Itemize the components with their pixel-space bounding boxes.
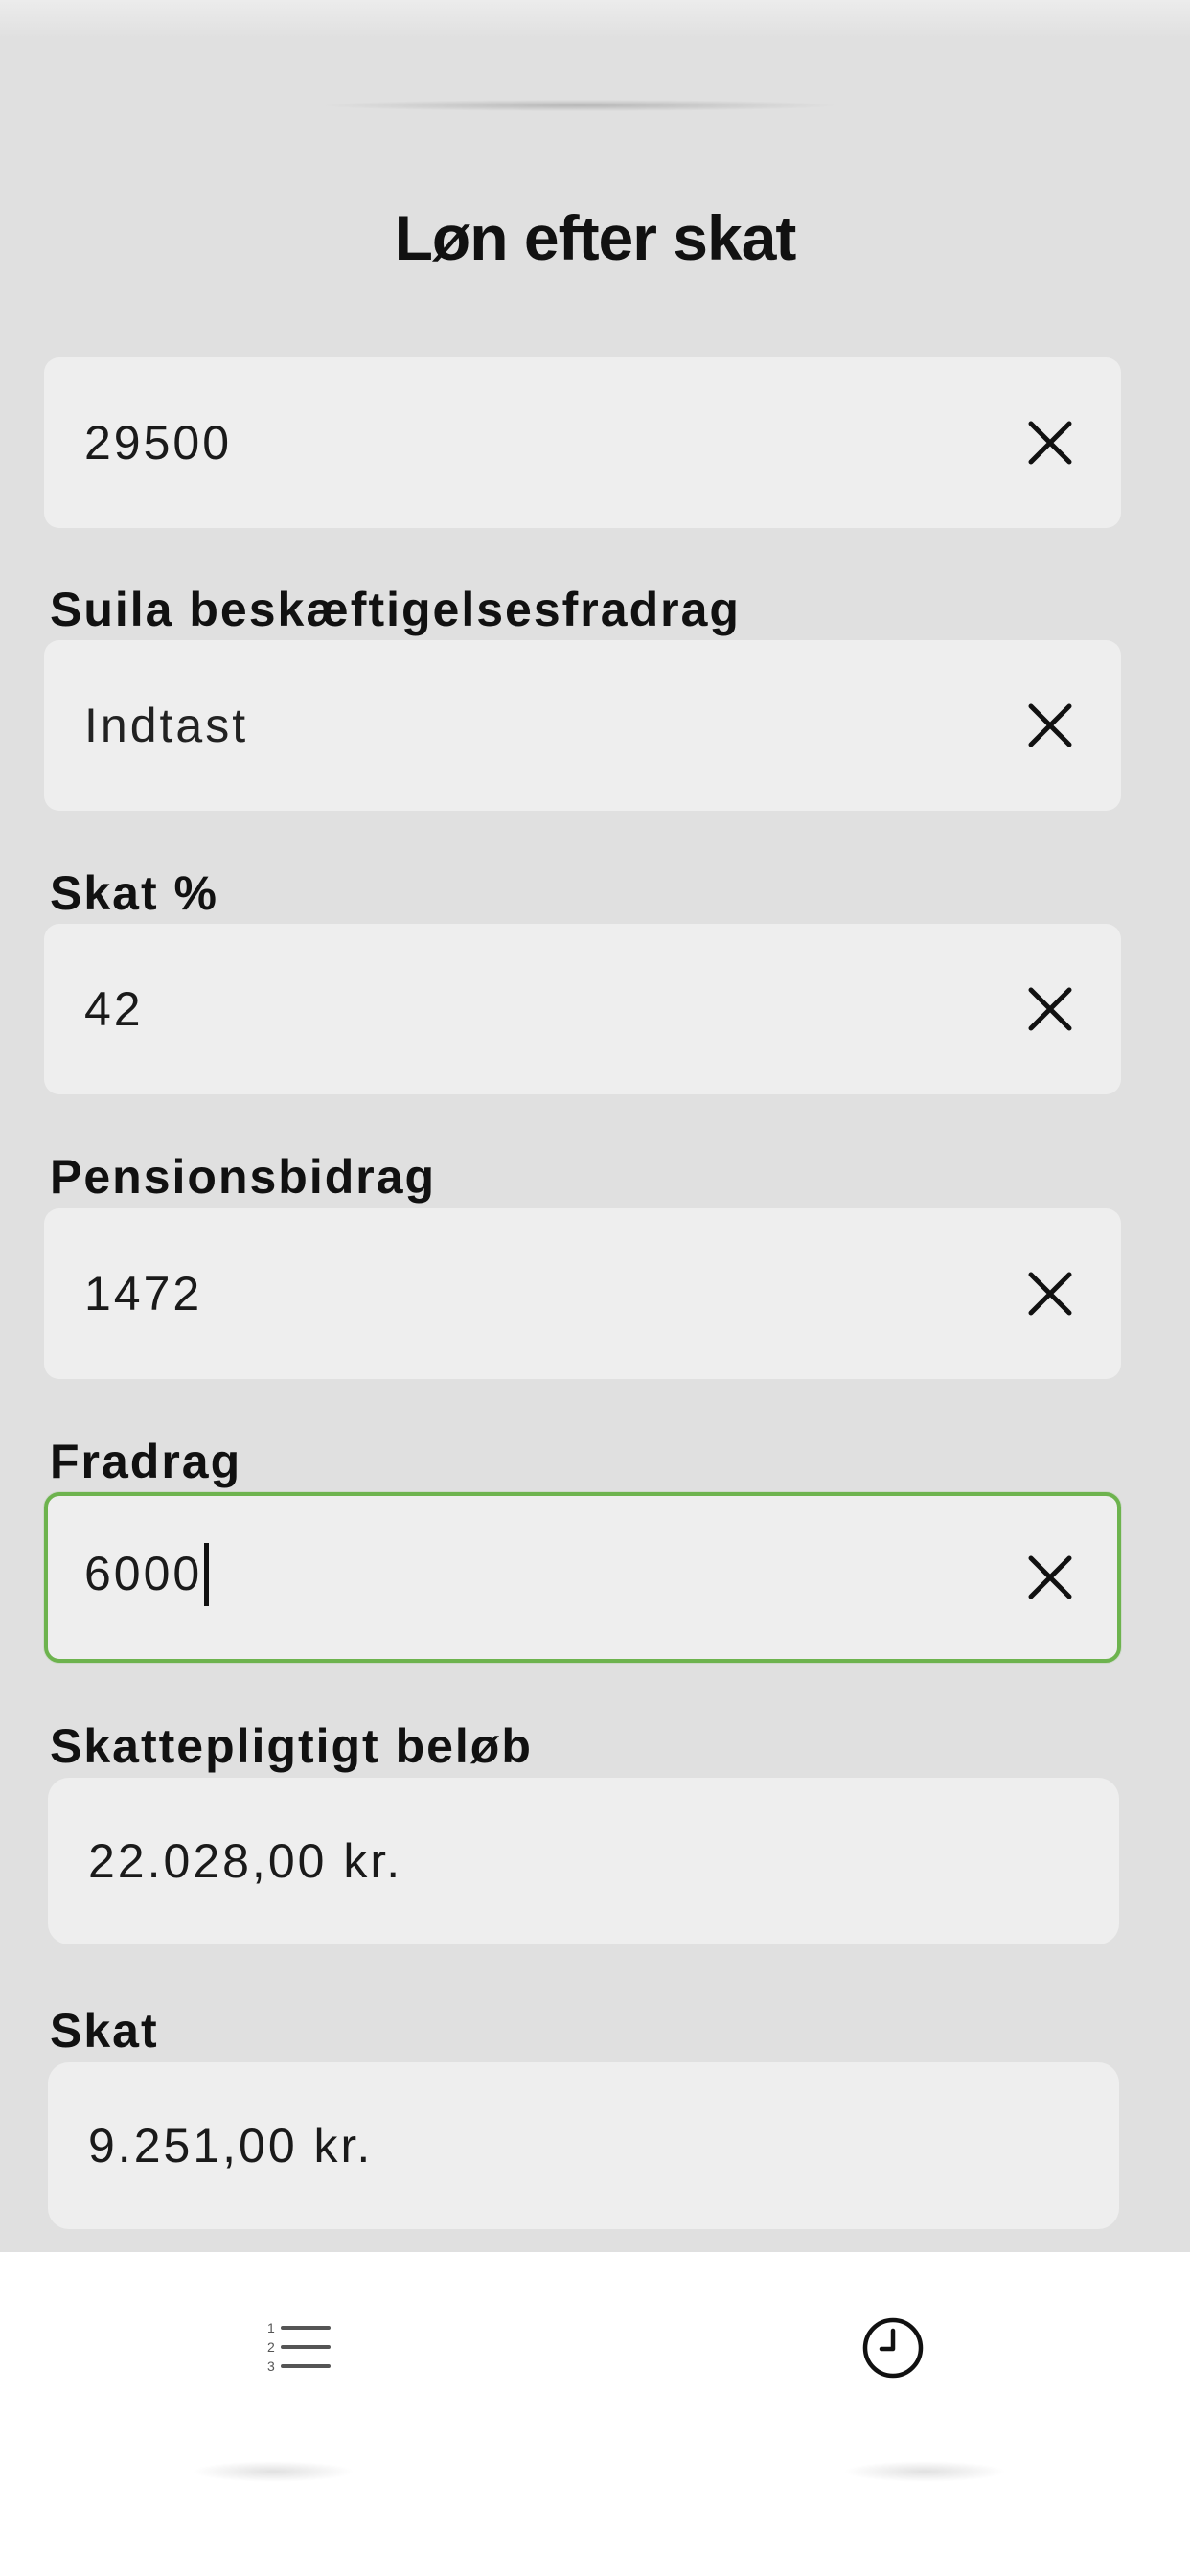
sheet-grabber[interactable]: [326, 100, 834, 111]
pension-field[interactable]: 1472: [44, 1208, 1121, 1379]
clear-salary-button[interactable]: [1023, 416, 1077, 470]
suila-label: Suila beskæftigelsesfradrag: [50, 583, 741, 636]
close-icon: [1028, 421, 1072, 465]
tab-list[interactable]: 1 2 3: [251, 2300, 347, 2396]
tax-value: 9.251,00 kr.: [88, 2119, 374, 2173]
clock-icon: [862, 2317, 924, 2379]
close-icon: [1028, 1555, 1072, 1599]
tax-percent-field[interactable]: 42: [44, 924, 1121, 1094]
close-icon: [1028, 987, 1072, 1031]
numbered-list-icon: 1 2 3: [267, 2320, 331, 2374]
tab-bar: 1 2 3: [0, 2252, 1190, 2576]
tab-history-shadow: [843, 2461, 1006, 2482]
close-icon: [1028, 703, 1072, 748]
clear-suila-button[interactable]: [1023, 699, 1077, 752]
svg-text:1: 1: [267, 2320, 275, 2335]
deduction-input-text: 6000: [84, 1547, 203, 1601]
tax-percent-input-value[interactable]: 42: [84, 981, 144, 1037]
tax-display: 9.251,00 kr.: [48, 2062, 1119, 2229]
top-shade: [0, 0, 1190, 38]
salary-field[interactable]: 29500: [44, 357, 1121, 528]
close-icon: [1028, 1272, 1072, 1316]
svg-text:2: 2: [267, 2339, 275, 2355]
suila-input-placeholder[interactable]: Indtast: [84, 698, 248, 753]
deduction-label: Fradrag: [50, 1435, 242, 1488]
clear-deduction-button[interactable]: [1023, 1551, 1077, 1604]
clear-tax-percent-button[interactable]: [1023, 982, 1077, 1036]
taxable-amount-display: 22.028,00 kr.: [48, 1778, 1119, 1944]
tab-list-shadow: [192, 2461, 355, 2482]
salary-input-value[interactable]: 29500: [84, 415, 232, 471]
taxable-amount-label: Skattepligtigt beløb: [50, 1719, 533, 1773]
pension-label: Pensionsbidrag: [50, 1150, 437, 1204]
page-title: Løn efter skat: [394, 202, 797, 273]
tax-label: Skat: [50, 2004, 159, 2058]
tab-history[interactable]: [845, 2300, 941, 2396]
pension-input-value[interactable]: 1472: [84, 1266, 202, 1322]
deduction-field[interactable]: 6000: [44, 1492, 1121, 1663]
svg-text:3: 3: [267, 2358, 275, 2374]
clear-pension-button[interactable]: [1023, 1267, 1077, 1321]
deduction-input-value[interactable]: 6000: [84, 1543, 210, 1609]
tax-percent-label: Skat %: [50, 866, 218, 920]
suila-field[interactable]: Indtast: [44, 640, 1121, 811]
taxable-amount-value: 22.028,00 kr.: [88, 1834, 403, 1888]
text-caret: [204, 1543, 210, 1606]
